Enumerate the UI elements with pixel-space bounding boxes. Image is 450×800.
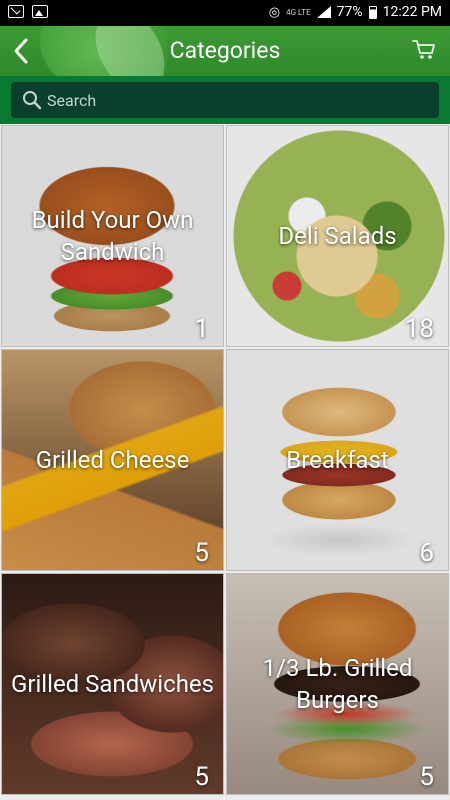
battery-icon [368,5,377,19]
search-bar-container: Search [0,76,450,124]
category-count: 1 [194,314,209,344]
status-left-icons [8,5,48,18]
category-tile-grilled-sandwiches[interactable]: Grilled Sandwiches 5 [1,573,224,795]
clock: 12:22 PM [382,4,442,20]
category-name: Grilled Sandwiches [10,670,215,698]
category-name: 1/3 Lb. Grilled Burgers [262,654,413,714]
category-count: 18 [404,314,434,344]
network-type: 4G LTE [286,7,311,17]
search-input[interactable]: Search [11,82,439,118]
category-name: Build Your Own Sandwich [31,206,194,266]
category-name: Grilled Cheese [35,446,190,474]
category-tile-deli-salads[interactable]: Deli Salads 18 [226,125,449,347]
category-name: Deli Salads [278,222,397,250]
search-placeholder: Search [47,90,97,110]
battery-percent: 77% [336,4,363,20]
app-header: Categories [0,26,450,76]
category-grid: Build Your Own Sandwich 1 Deli Salads 18… [0,124,450,800]
category-count: 5 [194,762,209,792]
category-tile-build-your-own-sandwich[interactable]: Build Your Own Sandwich 1 [1,125,224,347]
category-tile-breakfast[interactable]: Breakfast 6 [226,349,449,571]
search-icon [23,91,42,110]
cart-button[interactable] [412,39,436,61]
category-count: 5 [194,538,209,568]
image-icon [32,5,48,18]
category-tile-grilled-burgers[interactable]: 1/3 Lb. Grilled Burgers 5 [226,573,449,795]
category-tile-grilled-cheese[interactable]: Grilled Cheese 5 [1,349,224,571]
status-bar: ◎ 4G LTE 77% 12:22 PM [0,0,450,26]
page-title: Categories [169,37,281,64]
status-right: ◎ 4G LTE 77% 12:22 PM [269,4,442,20]
cart-icon [412,40,435,59]
category-count: 5 [419,762,434,792]
wifi-icon: ◎ [268,4,281,20]
category-count: 6 [419,538,434,568]
signal-icon [316,6,331,18]
mail-icon [8,5,24,18]
category-name: Breakfast [286,446,389,474]
